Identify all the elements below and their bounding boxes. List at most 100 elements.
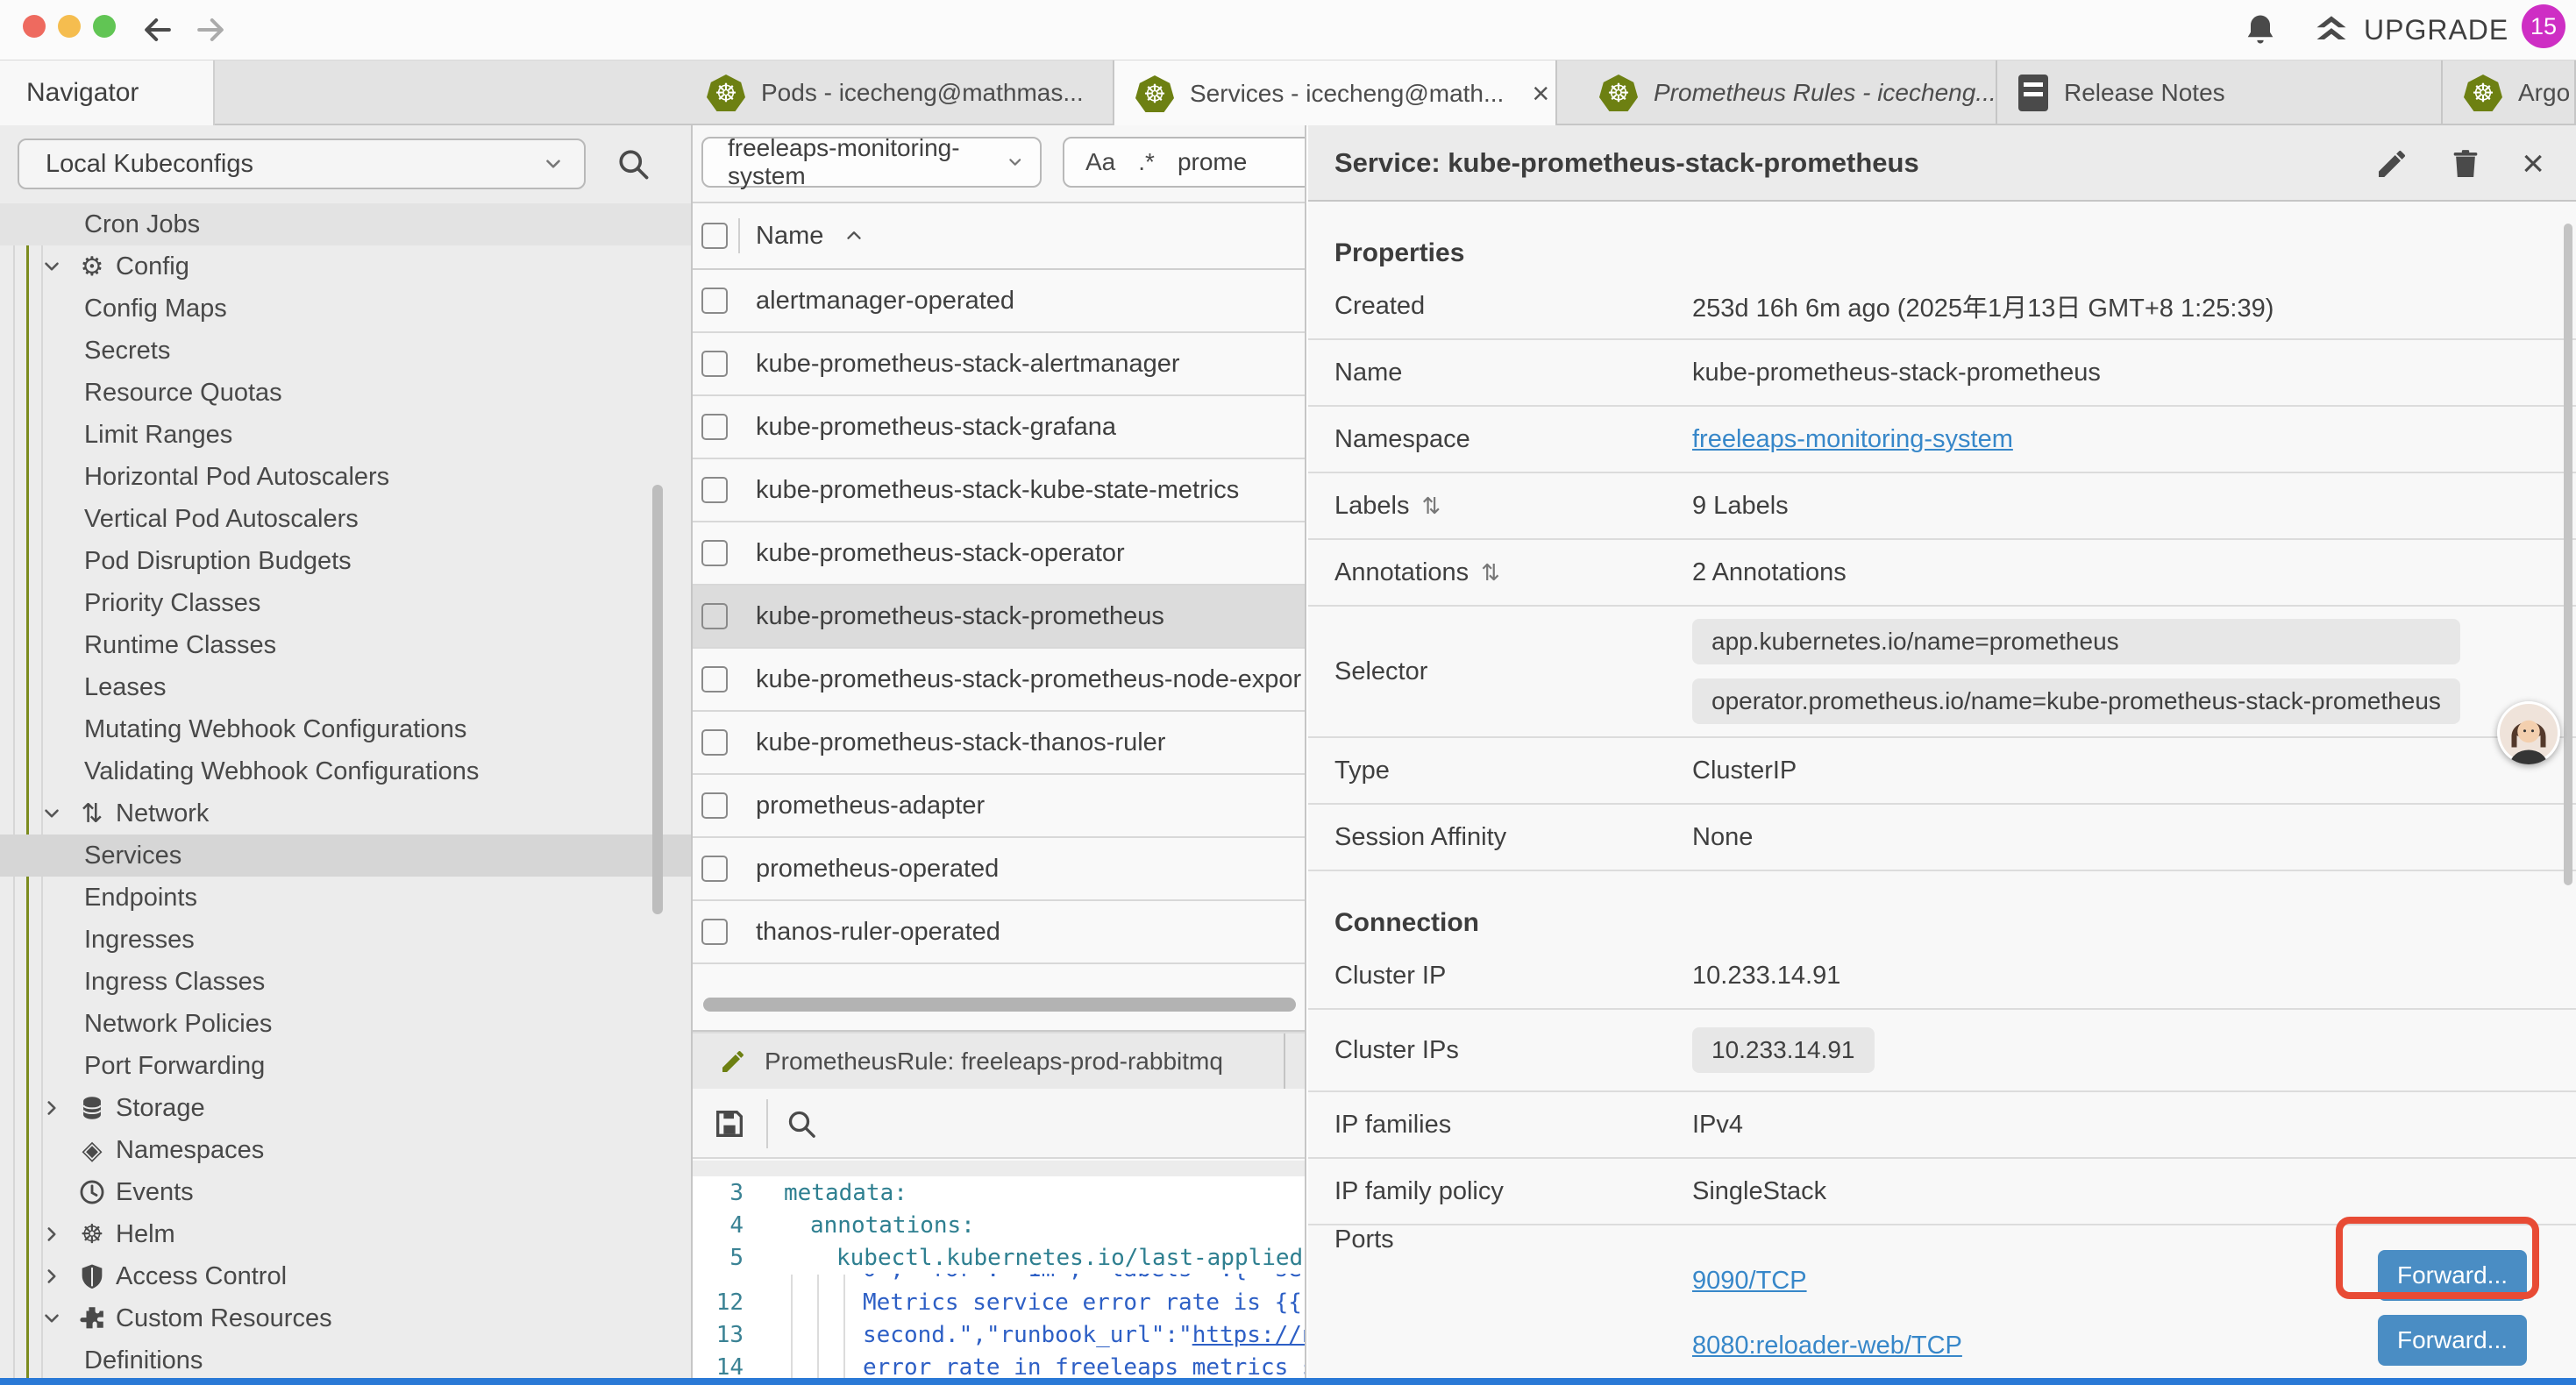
row-checkbox[interactable] [701, 288, 728, 314]
sidebar-item-cron-jobs[interactable]: Cron Jobs [0, 203, 693, 245]
maximize-window-button[interactable] [93, 15, 116, 38]
filter-search-input[interactable]: Aa .* prome [1063, 137, 1306, 188]
table-row-thanos-ruler-operated[interactable]: thanos-ruler-operated [693, 901, 1306, 964]
sidebar-item-helm[interactable]: ☸Helm [0, 1213, 693, 1255]
delete-trash-icon[interactable] [2448, 146, 2483, 181]
horizontal-scrollbar[interactable] [703, 998, 1296, 1012]
row-checkbox[interactable] [701, 351, 728, 377]
table-row-kube-prometheus-stack-alertmanager[interactable]: kube-prometheus-stack-alertmanager [693, 333, 1306, 396]
table-row-prometheus-operated[interactable]: prometheus-operated [693, 838, 1306, 901]
namespace-select[interactable]: freeleaps-monitoring-system [701, 137, 1042, 188]
editor-tab-prometheusrule-freeleaps-prod-rabbitmq[interactable]: PrometheusRule: freeleaps-prod-rabbitmq [693, 1033, 1285, 1089]
editor-search-icon[interactable] [784, 1106, 819, 1141]
tab-argo-se[interactable]: ☸Argo Se [2443, 60, 2576, 125]
forward-button[interactable]: Forward... [2378, 1315, 2527, 1366]
sidebar-item-mutating-webhook-configurations[interactable]: Mutating Webhook Configurations [0, 708, 693, 750]
notifications-bell-icon[interactable] [2241, 11, 2280, 49]
row-checkbox[interactable] [701, 792, 728, 819]
tab-prometheus-rules-icecheng[interactable]: ☸Prometheus Rules - icecheng... [1578, 60, 1997, 125]
minimize-window-button[interactable] [58, 15, 81, 38]
match-case-toggle[interactable]: Aa [1085, 148, 1115, 176]
property-label: Labels⇅ [1308, 492, 1692, 521]
sidebar-item-pod-disruption-budgets[interactable]: Pod Disruption Budgets [0, 540, 693, 582]
port-link[interactable]: 9090/TCP [1692, 1267, 1807, 1296]
tab-services-icecheng-math[interactable]: ☸Services - icecheng@math...× [1114, 60, 1557, 127]
sidebar-item-endpoints[interactable]: Endpoints [0, 877, 693, 919]
sidebar-item-services[interactable]: Services [0, 835, 693, 877]
sidebar-item-definitions[interactable]: Definitions [0, 1339, 693, 1378]
table-row-kube-prometheus-stack-grafana[interactable]: kube-prometheus-stack-grafana [693, 396, 1306, 459]
sidebar-item-label: Secrets [0, 337, 170, 366]
code-text: annotations: [744, 1212, 975, 1239]
table-row-kube-prometheus-stack-prometheus-node-expor[interactable]: kube-prometheus-stack-prometheus-node-ex… [693, 649, 1306, 712]
row-checkbox[interactable] [701, 856, 728, 882]
port-link[interactable]: 8080:reloader-web/TCP [1692, 1332, 1962, 1360]
name-column-header[interactable]: Name [756, 222, 823, 251]
filter-search-value: prome [1178, 148, 1247, 176]
yaml-editor[interactable]: 3metadata:4annotations:5kubectl.kubernet… [693, 1176, 1306, 1378]
sidebar-item-config[interactable]: ⚙Config [0, 245, 693, 288]
row-checkbox[interactable] [701, 729, 728, 756]
sidebar-item-ingress-classes[interactable]: Ingress Classes [0, 961, 693, 1003]
table-row-kube-prometheus-stack-operator[interactable]: kube-prometheus-stack-operator [693, 522, 1306, 586]
sort-updown-icon[interactable]: ⇅ [1481, 559, 1500, 586]
sidebar-item-namespaces[interactable]: ◈Namespaces [0, 1129, 693, 1171]
table-row-kube-prometheus-stack-thanos-ruler[interactable]: kube-prometheus-stack-thanos-ruler [693, 712, 1306, 775]
close-tab-icon[interactable]: × [1532, 79, 1549, 109]
sidebar-item-resource-quotas[interactable]: Resource Quotas [0, 372, 693, 414]
row-checkbox[interactable] [701, 919, 728, 945]
sidebar-item-ingresses[interactable]: Ingresses [0, 919, 693, 961]
row-checkbox[interactable] [701, 414, 728, 440]
tab-release-notes[interactable]: Release Notes [1997, 60, 2443, 125]
avatar[interactable] [2497, 701, 2560, 764]
regex-toggle[interactable]: .* [1138, 148, 1155, 176]
tab-pods-icecheng-mathmas[interactable]: ☸Pods - icecheng@mathmas... [686, 60, 1114, 125]
sidebar-item-network[interactable]: ⇅Network [0, 792, 693, 835]
search-icon[interactable] [614, 145, 652, 183]
sidebar-item-priority-classes[interactable]: Priority Classes [0, 582, 693, 624]
sidebar-item-horizontal-pod-autoscalers[interactable]: Horizontal Pod Autoscalers [0, 456, 693, 498]
sort-ascending-icon[interactable] [843, 224, 865, 247]
table-row-kube-prometheus-stack-kube-state-metrics[interactable]: kube-prometheus-stack-kube-state-metrics [693, 459, 1306, 522]
sidebar-item-vertical-pod-autoscalers[interactable]: Vertical Pod Autoscalers [0, 498, 693, 540]
back-arrow-icon[interactable] [139, 11, 177, 49]
code-line-3: 3metadata: [693, 1176, 1306, 1209]
navigator-panel-tab[interactable]: Navigator [0, 60, 215, 125]
tab-label: Argo Se [2518, 79, 2576, 107]
sidebar-item-storage[interactable]: Storage [0, 1087, 693, 1129]
table-row-prometheus-adapter[interactable]: prometheus-adapter [693, 775, 1306, 838]
code-link[interactable]: https://net [1192, 1322, 1306, 1348]
edit-pencil-icon[interactable] [2374, 146, 2409, 181]
sidebar-item-events[interactable]: Events [0, 1171, 693, 1213]
sidebar-item-validating-webhook-configurations[interactable]: Validating Webhook Configurations [0, 750, 693, 792]
close-window-button[interactable] [23, 15, 46, 38]
select-all-checkbox[interactable] [701, 223, 728, 249]
editor-toolbar [693, 1089, 1306, 1159]
save-icon[interactable] [712, 1106, 747, 1141]
row-checkbox[interactable] [701, 603, 728, 629]
kubeconfig-select[interactable]: Local Kubeconfigs [18, 138, 586, 189]
namespace-link[interactable]: freeleaps-monitoring-system [1692, 425, 2013, 454]
row-checkbox[interactable] [701, 666, 728, 692]
forward-arrow-icon[interactable] [191, 11, 230, 49]
sidebar-item-custom-resources[interactable]: Custom Resources [0, 1297, 693, 1339]
sidebar-item-secrets[interactable]: Secrets [0, 330, 693, 372]
sidebar-item-leases[interactable]: Leases [0, 666, 693, 708]
upgrade-button[interactable]: UPGRADE [2311, 11, 2508, 49]
sidebar-item-network-policies[interactable]: Network Policies [0, 1003, 693, 1045]
notification-count-badge[interactable]: 15 [2522, 4, 2565, 48]
sidebar-item-limit-ranges[interactable]: Limit Ranges [0, 414, 693, 456]
sidebar-item-port-forwarding[interactable]: Port Forwarding [0, 1045, 693, 1087]
sidebar-item-access-control[interactable]: Access Control [0, 1255, 693, 1297]
table-row-alertmanager-operated[interactable]: alertmanager-operated [693, 270, 1306, 333]
sort-updown-icon[interactable]: ⇅ [1421, 493, 1441, 520]
sidebar-item-runtime-classes[interactable]: Runtime Classes [0, 624, 693, 666]
editor-tab-next[interactable] [1285, 1033, 1306, 1089]
row-checkbox[interactable] [701, 540, 728, 566]
sidebar-scrollbar[interactable] [652, 485, 663, 914]
close-icon[interactable]: × [2522, 145, 2544, 183]
table-row-kube-prometheus-stack-prometheus[interactable]: kube-prometheus-stack-prometheus [693, 586, 1306, 649]
row-checkbox[interactable] [701, 477, 728, 503]
sidebar-item-config-maps[interactable]: Config Maps [0, 288, 693, 330]
panel-scrollbar[interactable] [2564, 224, 2572, 885]
